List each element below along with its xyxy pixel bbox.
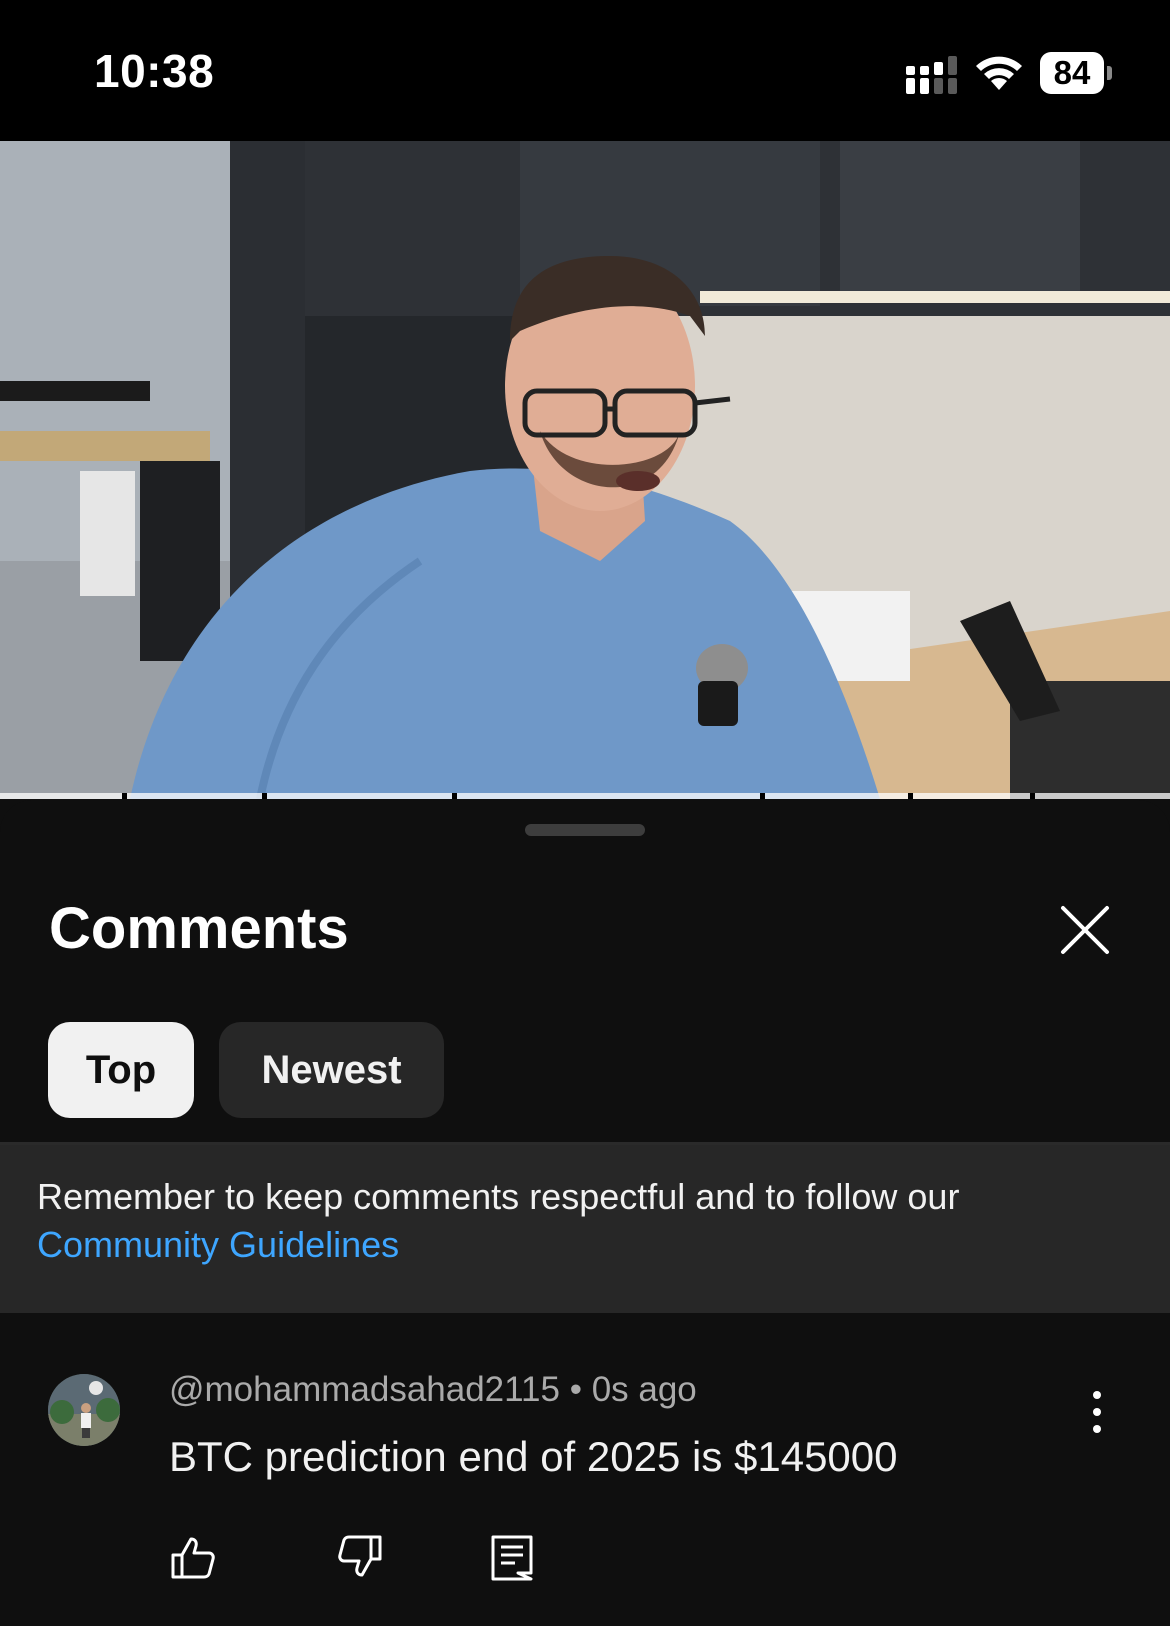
video-player[interactable] [0,141,1170,799]
like-icon[interactable] [169,1533,217,1581]
close-icon[interactable] [1055,900,1115,960]
comments-title: Comments [49,896,349,961]
guidelines-text-block: Remember to keep comments respectful and… [37,1173,1137,1269]
battery-icon: 84 [1040,52,1112,94]
dislike-icon[interactable] [336,1533,384,1581]
avatar-image [48,1374,120,1446]
comments-sheet: Comments Top Newest Remember to keep com… [0,800,1170,1626]
guidelines-banner: Remember to keep comments respectful and… [0,1145,1170,1313]
community-guidelines-link[interactable]: Community Guidelines [37,1221,1137,1269]
more-options-icon[interactable] [1082,1387,1112,1437]
battery-level: 84 [1040,52,1104,94]
status-time: 10:38 [94,45,215,97]
comment-text: BTC prediction end of 2025 is $145000 [169,1433,898,1480]
avatar[interactable] [48,1374,120,1446]
sort-chip-top[interactable]: Top [48,1022,194,1118]
comment-meta: @mohammadsahad2115 • 0s ago [169,1370,697,1410]
reply-icon[interactable] [488,1533,536,1581]
meta-separator: • [569,1370,582,1409]
status-bar: 10:38 84 [0,0,1170,141]
battery-nub [1107,66,1112,80]
comment-time: 0s ago [591,1370,697,1409]
video-chapter-bar[interactable] [0,793,1170,799]
comment-author[interactable]: @mohammadsahad2115 [169,1370,560,1409]
drag-handle[interactable] [525,824,645,836]
cellular-signal-icon [906,56,957,94]
sort-chip-newest[interactable]: Newest [219,1022,444,1118]
guidelines-message: Remember to keep comments respectful and… [37,1176,960,1217]
video-frame [0,141,1170,799]
wifi-icon [976,56,1022,90]
